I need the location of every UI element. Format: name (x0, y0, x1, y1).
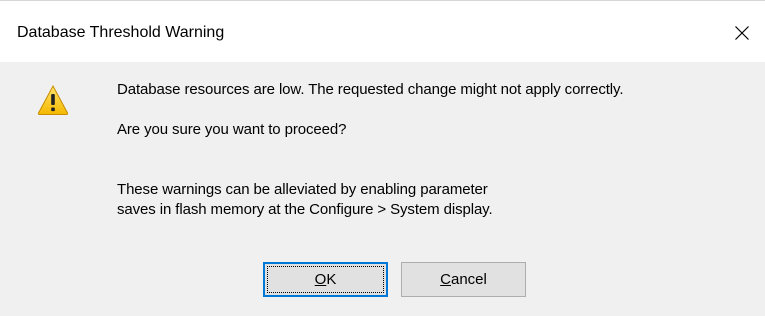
close-button[interactable] (719, 15, 763, 51)
dialog-content: Database resources are low. The requeste… (0, 62, 765, 316)
message-line-1: Database resources are low. The requeste… (117, 81, 624, 98)
ok-label-rest: K (326, 270, 337, 288)
cancel-button[interactable]: Cancel (401, 262, 526, 297)
title-bar[interactable]: Database Threshold Warning (0, 1, 765, 62)
warning-dialog: Database Threshold Warning Database reso… (0, 0, 765, 316)
ok-button-label: OK (315, 271, 337, 289)
cancel-label-rest: ancel (450, 270, 487, 288)
ok-mnemonic: O (314, 270, 327, 288)
message-line-3: These warnings can be alleviated by enab… (117, 181, 488, 198)
warning-icon (37, 84, 69, 115)
ok-button[interactable]: OK (263, 262, 388, 297)
cancel-button-label: Cancel (440, 271, 487, 289)
dialog-title: Database Threshold Warning (17, 24, 225, 41)
message-line-4: saves in flash memory at the Configure >… (117, 201, 493, 218)
close-icon (735, 26, 749, 40)
message-line-2: Are you sure you want to proceed? (117, 121, 347, 138)
cancel-mnemonic: C (440, 270, 451, 288)
